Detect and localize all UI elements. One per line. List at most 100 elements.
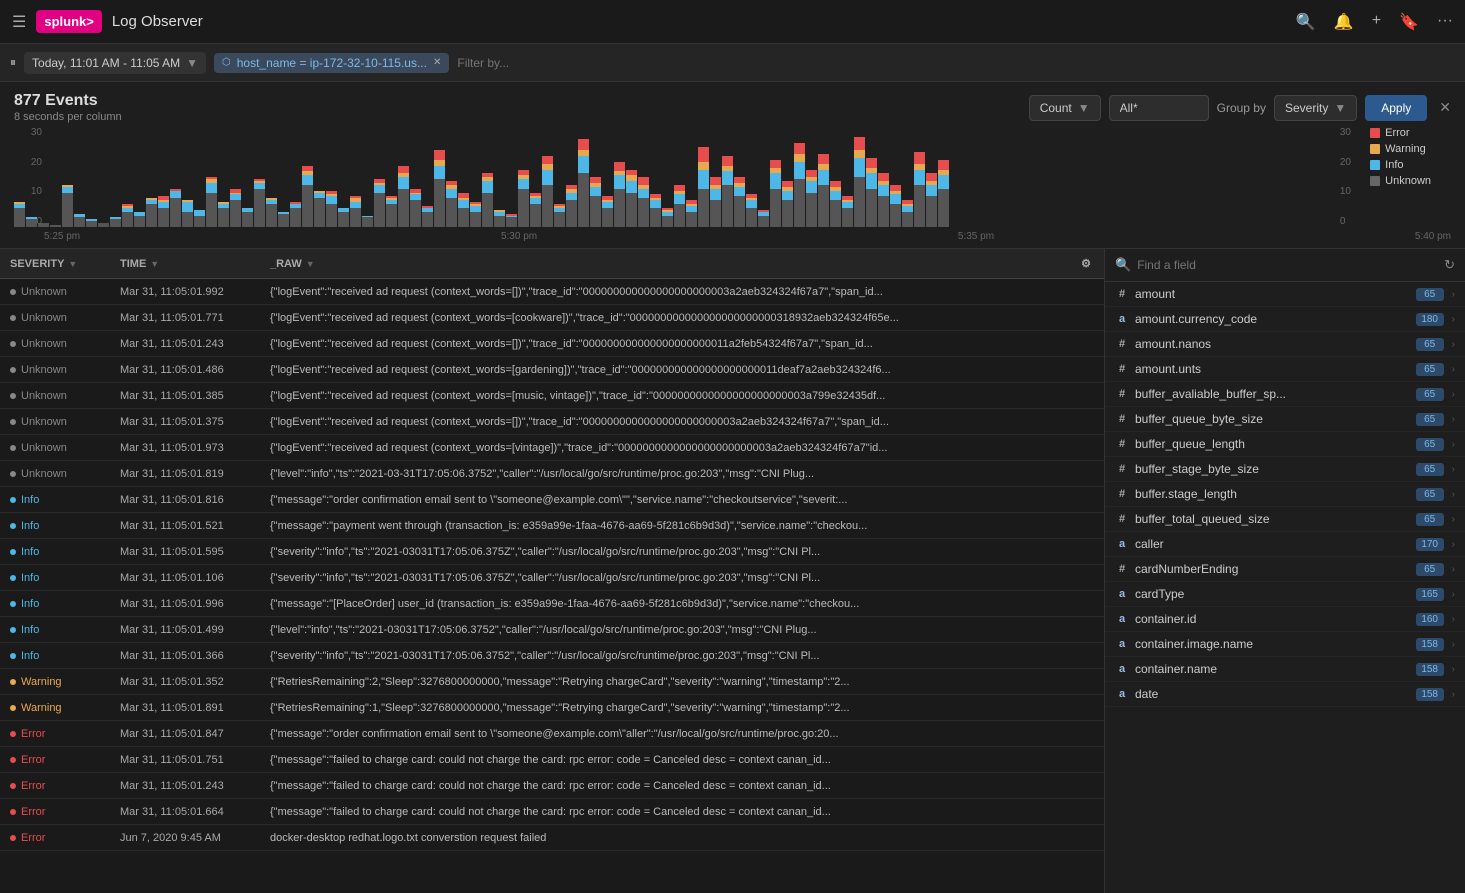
field-item[interactable]: # buffer_queue_byte_size 65 › bbox=[1105, 407, 1465, 432]
table-row[interactable]: Info Mar 31, 11:05:01.816 {"message":"or… bbox=[0, 487, 1104, 513]
table-row[interactable]: Error Jun 7, 2020 9:45 AM docker-desktop… bbox=[0, 825, 1104, 851]
field-item[interactable]: a cardType 165 › bbox=[1105, 582, 1465, 607]
refresh-icon[interactable]: ↻ bbox=[1444, 257, 1455, 273]
events-count-title: 877 Events bbox=[14, 92, 122, 110]
bar-group bbox=[146, 137, 157, 227]
field-item[interactable]: # amount.nanos 65 › bbox=[1105, 332, 1465, 357]
bookmark-icon[interactable]: 🔖 bbox=[1399, 12, 1419, 32]
bar-group bbox=[614, 137, 625, 227]
severity-dot bbox=[10, 289, 16, 295]
field-chevron-icon: › bbox=[1452, 489, 1455, 500]
bar-group bbox=[62, 137, 73, 227]
count-button[interactable]: Count ▼ bbox=[1029, 95, 1101, 121]
bar-group bbox=[650, 137, 661, 227]
filter-tag-close[interactable]: ✕ bbox=[433, 57, 441, 68]
field-item[interactable]: a container.image.name 158 › bbox=[1105, 632, 1465, 657]
bar-group bbox=[302, 137, 313, 227]
field-item[interactable]: # amount.unts 65 › bbox=[1105, 357, 1465, 382]
th-time[interactable]: TIME ▼ bbox=[110, 250, 260, 278]
bar-group bbox=[242, 137, 253, 227]
td-severity: Unknown bbox=[0, 412, 110, 432]
severity-value: Info bbox=[21, 546, 39, 558]
th-raw[interactable]: _RAW ▼ bbox=[260, 250, 1068, 278]
field-name: caller bbox=[1135, 537, 1410, 551]
field-item[interactable]: a amount.currency_code 180 › bbox=[1105, 307, 1465, 332]
severity-dot bbox=[10, 367, 16, 373]
severity-select[interactable]: Severity ▼ bbox=[1274, 95, 1357, 121]
all-input[interactable] bbox=[1109, 95, 1209, 121]
add-icon[interactable]: + bbox=[1372, 12, 1381, 32]
field-search-input[interactable] bbox=[1137, 258, 1438, 272]
th-severity[interactable]: SEVERITY ▼ bbox=[0, 250, 110, 278]
close-chart-button[interactable]: ✕ bbox=[1439, 99, 1451, 116]
td-raw: {"RetriesRemaining":2,"Sleep":3276800000… bbox=[260, 672, 1104, 692]
severity-dot bbox=[10, 575, 16, 581]
severity-value: Info bbox=[21, 624, 39, 636]
field-item[interactable]: a caller 170 › bbox=[1105, 532, 1465, 557]
table-row[interactable]: Unknown Mar 31, 11:05:01.486 {"logEvent"… bbox=[0, 357, 1104, 383]
field-item[interactable]: # amount 65 › bbox=[1105, 282, 1465, 307]
td-severity: Unknown bbox=[0, 464, 110, 484]
table-row[interactable]: Info Mar 31, 11:05:01.521 {"message":"pa… bbox=[0, 513, 1104, 539]
field-name: buffer_avaliable_buffer_sp... bbox=[1135, 387, 1410, 401]
table-row[interactable]: Unknown Mar 31, 11:05:01.992 {"logEvent"… bbox=[0, 279, 1104, 305]
severity-value: Unknown bbox=[21, 338, 67, 350]
table-row[interactable]: Error Mar 31, 11:05:01.664 {"message":"f… bbox=[0, 799, 1104, 825]
field-item[interactable]: # buffer_queue_length 65 › bbox=[1105, 432, 1465, 457]
table-row[interactable]: Unknown Mar 31, 11:05:01.973 {"logEvent"… bbox=[0, 435, 1104, 461]
filter-input[interactable] bbox=[457, 56, 1455, 70]
table-row[interactable]: Error Mar 31, 11:05:01.847 {"message":"o… bbox=[0, 721, 1104, 747]
table-row[interactable]: Info Mar 31, 11:05:01.106 {"severity":"i… bbox=[0, 565, 1104, 591]
bar-group bbox=[626, 137, 637, 227]
field-item[interactable]: a container.id 160 › bbox=[1105, 607, 1465, 632]
field-name: cardType bbox=[1135, 587, 1410, 601]
legend-info-label: Info bbox=[1385, 159, 1403, 171]
table-row[interactable]: Unknown Mar 31, 11:05:01.375 {"logEvent"… bbox=[0, 409, 1104, 435]
time-label-1: 5:25 pm bbox=[44, 231, 80, 242]
time-picker[interactable]: Today, 11:01 AM - 11:05 AM ▼ bbox=[24, 52, 206, 74]
field-item[interactable]: # buffer.stage_length 65 › bbox=[1105, 482, 1465, 507]
hamburger-icon[interactable]: ☰ bbox=[12, 12, 26, 32]
time-range-label: Today, 11:01 AM - 11:05 AM bbox=[32, 56, 180, 70]
table-row[interactable]: Info Mar 31, 11:05:01.996 {"message":"[P… bbox=[0, 591, 1104, 617]
td-raw: {"message":"failed to charge card: could… bbox=[260, 776, 1104, 796]
table-row[interactable]: Info Mar 31, 11:05:01.366 {"severity":"i… bbox=[0, 643, 1104, 669]
splunk-logo[interactable]: splunk> bbox=[36, 10, 102, 33]
table-row[interactable]: Warning Mar 31, 11:05:01.891 {"RetriesRe… bbox=[0, 695, 1104, 721]
filter-tag[interactable]: ⬡ host_name = ip-172-32-10-115.us... ✕ bbox=[214, 53, 449, 73]
th-settings[interactable]: ⚙ bbox=[1068, 249, 1104, 278]
table-row[interactable]: Unknown Mar 31, 11:05:01.385 {"logEvent"… bbox=[0, 383, 1104, 409]
table-row[interactable]: Unknown Mar 31, 11:05:01.819 {"level":"i… bbox=[0, 461, 1104, 487]
field-item[interactable]: # cardNumberEnding 65 › bbox=[1105, 557, 1465, 582]
field-type-icon: # bbox=[1115, 563, 1129, 575]
table-row[interactable]: Error Mar 31, 11:05:01.751 {"message":"f… bbox=[0, 747, 1104, 773]
field-item[interactable]: a container.name 158 › bbox=[1105, 657, 1465, 682]
severity-dot bbox=[10, 627, 16, 633]
bar-group bbox=[398, 137, 409, 227]
pause-icon[interactable]: ⏸ bbox=[10, 55, 16, 70]
more-icon[interactable]: ··· bbox=[1437, 12, 1453, 32]
notifications-icon[interactable]: 🔔 bbox=[1334, 12, 1354, 32]
bar-group bbox=[98, 137, 109, 227]
table-row[interactable]: Unknown Mar 31, 11:05:01.243 {"logEvent"… bbox=[0, 331, 1104, 357]
severity-value: Unknown bbox=[21, 442, 67, 454]
chevron-down-icon: ▼ bbox=[186, 56, 198, 70]
field-item[interactable]: # buffer_avaliable_buffer_sp... 65 › bbox=[1105, 382, 1465, 407]
severity-value: Warning bbox=[21, 676, 62, 688]
field-item[interactable]: a date 158 › bbox=[1105, 682, 1465, 707]
severity-value: Unknown bbox=[21, 416, 67, 428]
field-type-icon: # bbox=[1115, 338, 1129, 350]
table-row[interactable]: Unknown Mar 31, 11:05:01.771 {"logEvent"… bbox=[0, 305, 1104, 331]
table-row[interactable]: Warning Mar 31, 11:05:01.352 {"RetriesRe… bbox=[0, 669, 1104, 695]
apply-button[interactable]: Apply bbox=[1365, 95, 1427, 121]
severity-dot bbox=[10, 783, 16, 789]
table-row[interactable]: Info Mar 31, 11:05:01.499 {"level":"info… bbox=[0, 617, 1104, 643]
search-icon[interactable]: 🔍 bbox=[1296, 12, 1316, 32]
table-row[interactable]: Info Mar 31, 11:05:01.595 {"severity":"i… bbox=[0, 539, 1104, 565]
field-item[interactable]: # buffer_total_queued_size 65 › bbox=[1105, 507, 1465, 532]
td-raw: {"severity":"info","ts":"2021-03031T17:0… bbox=[260, 568, 1104, 588]
chart-bars bbox=[14, 127, 1434, 227]
table-row[interactable]: Error Mar 31, 11:05:01.243 {"message":"f… bbox=[0, 773, 1104, 799]
field-item[interactable]: # buffer_stage_byte_size 65 › bbox=[1105, 457, 1465, 482]
bar-group bbox=[470, 137, 481, 227]
